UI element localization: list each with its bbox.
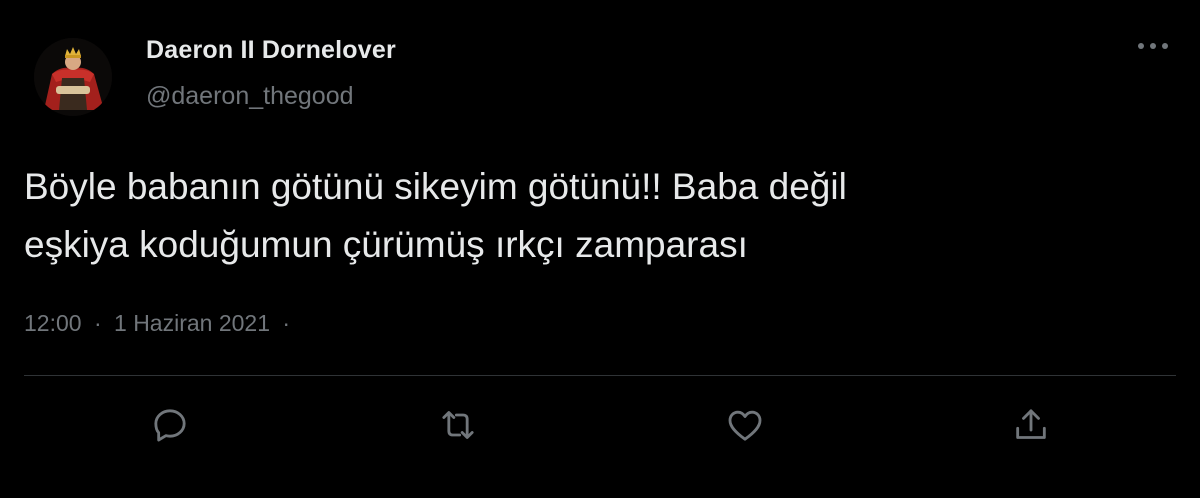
meta-trailing-separator: · — [282, 310, 291, 336]
like-icon — [728, 410, 762, 441]
reply-icon — [154, 409, 186, 442]
share-button[interactable] — [1008, 402, 1054, 448]
meta-separator: · — [93, 310, 102, 336]
avatar[interactable] — [34, 38, 112, 116]
tweet-time[interactable]: 12:00 — [24, 310, 82, 336]
like-button[interactable] — [722, 402, 768, 448]
tweet-text: Böyle babanın götünü sikeyim götünü!! Ba… — [24, 166, 847, 265]
tweet-card: Daeron II Dornelover @daeron_thegood Böy… — [0, 0, 1200, 498]
tweet-meta: 12:00 · 1 Haziran 2021 · — [24, 310, 296, 337]
avatar-image — [34, 38, 112, 116]
divider — [24, 375, 1176, 376]
more-icon — [1138, 43, 1168, 49]
more-button[interactable] — [1130, 28, 1176, 64]
retweet-icon — [442, 411, 474, 439]
retweet-button[interactable] — [435, 402, 481, 448]
reply-button[interactable] — [147, 402, 193, 448]
share-icon — [1016, 409, 1046, 439]
display-name[interactable]: Daeron II Dornelover — [146, 36, 396, 65]
user-handle[interactable]: @daeron_thegood — [146, 82, 354, 111]
tweet-date[interactable]: 1 Haziran 2021 — [114, 310, 270, 336]
